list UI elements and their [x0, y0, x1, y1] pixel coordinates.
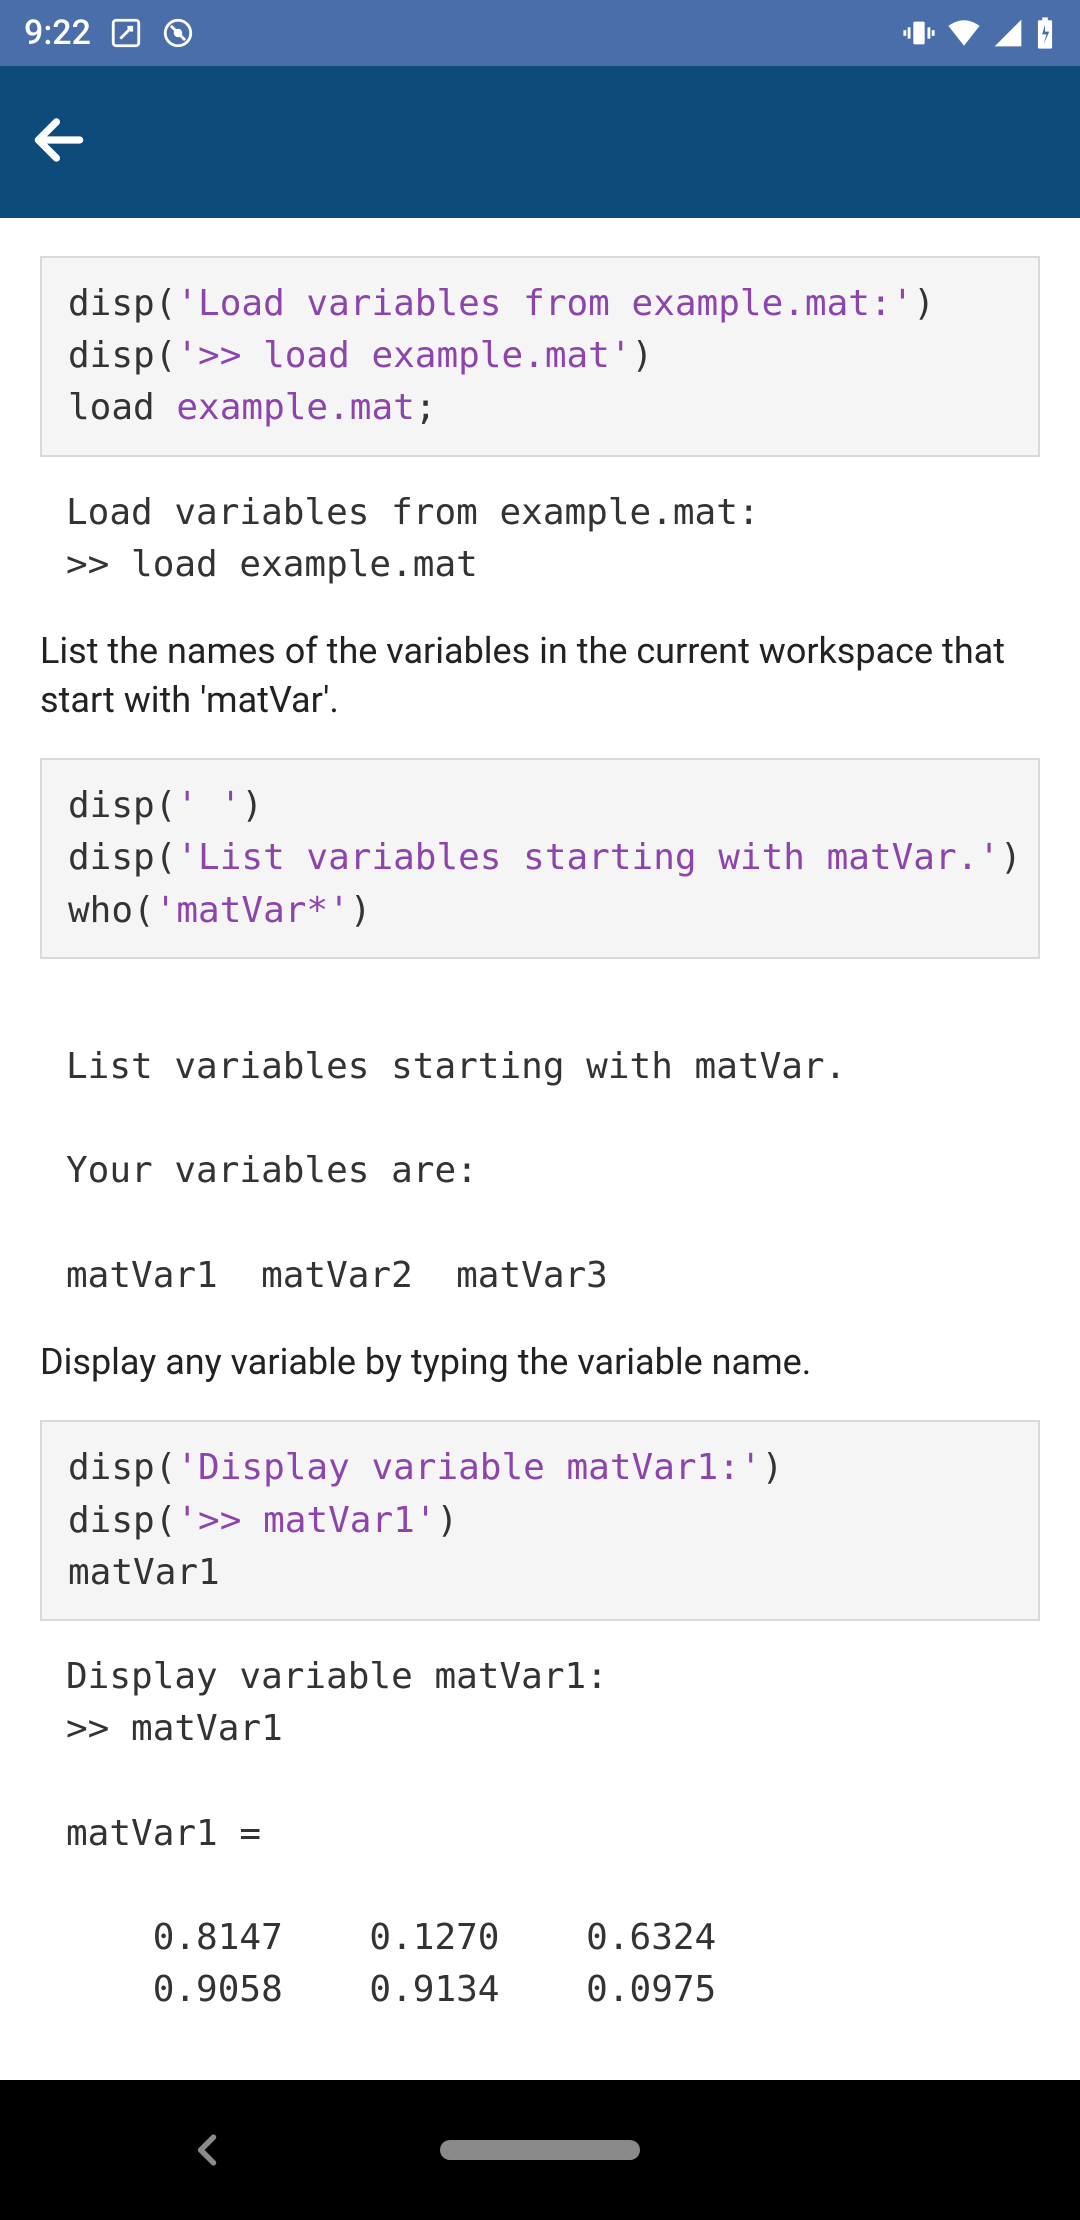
code-token: ): [436, 1500, 458, 1541]
paragraph-2: Display any variable by typing the varia…: [40, 1320, 1040, 1421]
nav-back-button[interactable]: [186, 2128, 230, 2172]
code-token: disp(: [68, 785, 176, 826]
code-token: ;: [415, 387, 437, 428]
code-string: '>> matVar1': [176, 1500, 436, 1541]
app-icon-2: [161, 16, 195, 50]
status-right: [902, 16, 1056, 50]
app-icon-1: [109, 16, 143, 50]
code-token: ): [632, 335, 654, 376]
code-string: example.mat: [176, 387, 414, 428]
code-token: ): [1000, 837, 1022, 878]
code-block-1: disp('Load variables from example.mat:')…: [40, 256, 1040, 457]
code-token: ): [762, 1447, 784, 1488]
output-block-2: List variables starting with matVar. You…: [40, 989, 1040, 1320]
status-bar: 9:22: [0, 0, 1080, 66]
nav-home-pill[interactable]: [440, 2140, 640, 2160]
status-left: 9:22: [24, 13, 195, 53]
code-token: ): [241, 785, 263, 826]
code-token: disp(: [68, 335, 176, 376]
code-token: disp(: [68, 283, 176, 324]
system-nav-bar: [0, 2080, 1080, 2220]
battery-icon: [1034, 16, 1056, 50]
vibrate-icon: [902, 16, 936, 50]
content-scroll[interactable]: disp('Load variables from example.mat:')…: [0, 218, 1080, 2034]
code-token: who(: [68, 890, 155, 931]
code-token: disp(: [68, 1447, 176, 1488]
wifi-icon: [946, 16, 982, 50]
signal-icon: [992, 17, 1024, 49]
code-string: 'Display variable matVar1:': [176, 1447, 761, 1488]
code-string: 'Load variables from example.mat:': [176, 283, 913, 324]
code-string: '>> load example.mat': [176, 335, 631, 376]
code-block-3: disp('Display variable matVar1:') disp('…: [40, 1420, 1040, 1621]
code-token: load: [68, 387, 176, 428]
code-string: 'matVar*': [155, 890, 350, 931]
code-block-2: disp(' ') disp('List variables starting …: [40, 758, 1040, 959]
back-button[interactable]: [28, 109, 90, 175]
code-token: disp(: [68, 1500, 176, 1541]
code-token: disp(: [68, 837, 176, 878]
code-string: ' ': [176, 785, 241, 826]
code-string: 'List variables starting with matVar.': [176, 837, 1000, 878]
output-block-1: Load variables from example.mat: >> load…: [40, 487, 1040, 609]
code-token: matVar1: [68, 1552, 220, 1593]
paragraph-1: List the names of the variables in the c…: [40, 609, 1040, 758]
output-block-3: Display variable matVar1: >> matVar1 mat…: [40, 1651, 1040, 2034]
code-token: ): [913, 283, 935, 324]
app-bar: [0, 66, 1080, 218]
code-token: ): [350, 890, 372, 931]
status-time: 9:22: [24, 13, 91, 53]
